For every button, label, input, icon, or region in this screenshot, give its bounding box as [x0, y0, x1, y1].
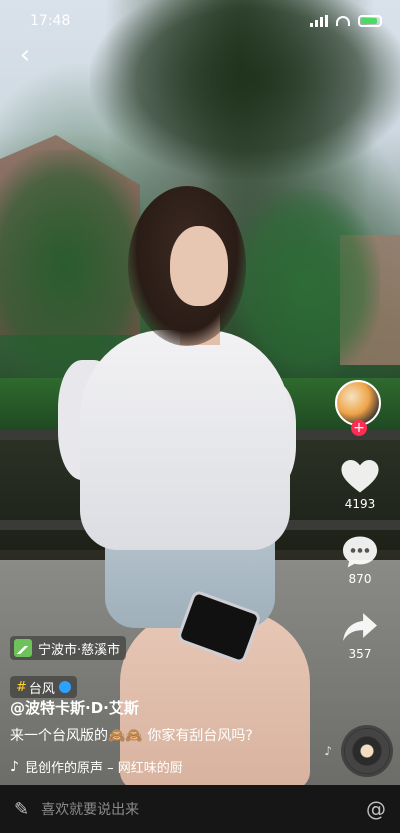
share-button[interactable]: 357 [341, 610, 379, 661]
video-screen[interactable]: 17:48 ‹ + 4193 870 357 宁波市·慈溪市 # 台风 @波特卡… [0, 0, 400, 833]
post-caption: 来一个台风版的🙈🙈 你家有刮台风吗? [10, 728, 253, 744]
author-avatar[interactable]: + [335, 380, 385, 436]
mention-button[interactable]: @ [366, 797, 386, 821]
topic-label: 台风 [28, 681, 55, 697]
music-disc[interactable] [344, 728, 390, 774]
heart-icon [341, 460, 379, 493]
like-button[interactable]: 4193 [341, 460, 379, 511]
verified-icon [58, 681, 71, 693]
wifi-icon [336, 16, 350, 26]
status-icons [310, 15, 382, 27]
action-column: + 4193 870 357 [330, 380, 390, 661]
topic-tag[interactable]: # 台风 [10, 676, 77, 698]
comment-icon [343, 536, 377, 568]
music-title: 昆创作的原声 – 网红味的厨 [24, 761, 183, 776]
music-note-icon: ♪ [10, 758, 19, 775]
share-icon [343, 613, 377, 641]
location-label: 宁波市·慈溪市 [38, 642, 121, 658]
status-bar: 17:48 [0, 0, 400, 42]
location-tag[interactable]: 宁波市·慈溪市 [10, 636, 127, 660]
person-blouse [80, 330, 290, 550]
image-location-icon [14, 639, 32, 657]
music-note-icon: ♪ [324, 744, 332, 758]
comment-input[interactable]: 喜欢就要说出来 [41, 799, 366, 819]
hashtag-icon: # [16, 679, 27, 695]
status-time: 17:48 [30, 13, 71, 29]
comment-bar[interactable]: ✎ 喜欢就要说出来 @ [0, 785, 400, 833]
author-username[interactable]: @波特卡斯·D·艾斯 [10, 697, 139, 718]
like-count: 4193 [344, 497, 376, 511]
person-face [170, 226, 228, 306]
pencil-icon: ✎ [14, 798, 30, 820]
chevron-left-icon: ‹ [19, 40, 31, 70]
back-button[interactable]: ‹ [10, 40, 40, 70]
follow-button[interactable]: + [351, 420, 367, 436]
music-info[interactable]: ♪ 昆创作的原声 – 网红味的厨 [10, 757, 200, 777]
signal-icon [310, 15, 328, 27]
share-count: 357 [348, 647, 372, 661]
comment-button[interactable]: 870 [341, 535, 379, 586]
comment-count: 870 [348, 572, 372, 586]
battery-icon [358, 15, 382, 27]
